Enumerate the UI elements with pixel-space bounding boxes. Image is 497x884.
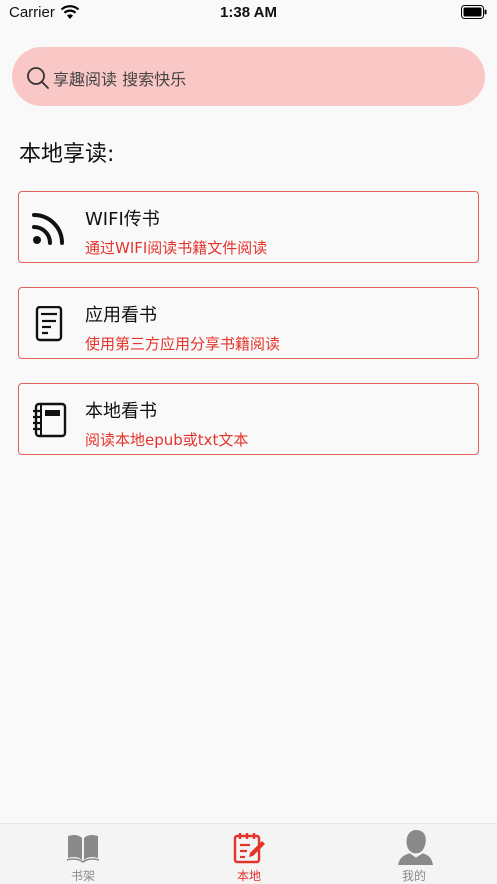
tab-profile[interactable]: 我的	[331, 824, 497, 884]
tab-label: 本地	[236, 869, 261, 883]
rss-icon	[32, 213, 64, 245]
card-title: 应用看书	[85, 305, 157, 326]
section-title: 本地享读:	[19, 142, 115, 167]
card-local-reading[interactable]: 本地看书 阅读本地epub或txt文本	[18, 383, 479, 455]
battery-icon	[461, 5, 487, 19]
card-title: 本地看书	[85, 401, 157, 422]
status-time: 1:38 AM	[220, 4, 277, 21]
tab-bookshelf[interactable]: 书架	[0, 824, 166, 884]
tab-local[interactable]: 本地	[166, 824, 332, 884]
bookshelf-icon	[66, 834, 100, 863]
card-description: 使用第三方应用分享书籍阅读	[85, 335, 281, 353]
card-description: 阅读本地epub或txt文本	[85, 431, 249, 449]
tab-label: 我的	[401, 869, 426, 883]
user-icon	[398, 830, 433, 865]
document-icon	[35, 306, 63, 342]
edit-note-icon	[233, 833, 265, 864]
card-title: WIFI传书	[85, 209, 160, 230]
tab-label: 书架	[70, 869, 95, 883]
search-placeholder: 享趣阅读 搜索快乐	[53, 70, 187, 89]
search-bar[interactable]: 享趣阅读 搜索快乐	[12, 47, 485, 106]
card-description: 通过WIFI阅读书籍文件阅读	[85, 239, 268, 257]
notebook-icon	[33, 402, 67, 438]
card-app-reading[interactable]: 应用看书 使用第三方应用分享书籍阅读	[18, 287, 479, 359]
search-icon	[27, 67, 49, 89]
card-wifi-transfer[interactable]: WIFI传书 通过WIFI阅读书籍文件阅读	[18, 191, 479, 263]
tab-bar: 书架 本地 我的	[0, 823, 497, 884]
status-bar: Carrier 1:38 AM	[0, 0, 497, 26]
